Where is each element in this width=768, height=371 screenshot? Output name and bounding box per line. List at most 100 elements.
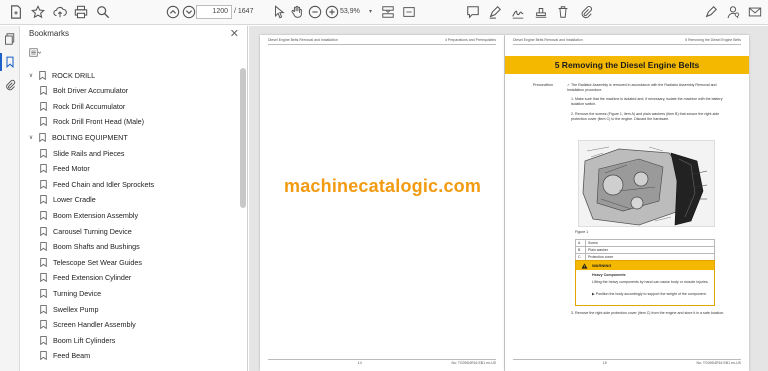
comment-icon[interactable] — [465, 4, 481, 20]
bookmark-label: Swellex Pump — [53, 304, 99, 314]
sign-icon[interactable] — [510, 4, 526, 20]
warning-triangle-icon — [581, 262, 588, 269]
bookmark-label: ROCK DRILL — [52, 70, 96, 80]
bookmark-icon — [40, 226, 47, 236]
warning-box: WARNING Heavy Components Lifting the hea… — [575, 260, 715, 306]
zoom-select[interactable]: 53,9% ▾ — [336, 5, 372, 19]
bookmark-group[interactable]: ∨ ROCK DRILL — [27, 68, 95, 82]
legend-value: Plain washer — [585, 246, 715, 254]
bookmark-label: Turning Device — [53, 288, 102, 298]
step-3: 3. Remove the right-side protection cove… — [571, 311, 725, 315]
bookmark-item[interactable]: Boom Extension Assembly — [40, 208, 138, 222]
scrollbar-thumb[interactable] — [240, 68, 246, 208]
warning-instruction: ▶ Position the body accordingly to suppo… — [592, 292, 707, 296]
bookmark-label: Slide Rails and Pieces — [53, 148, 125, 158]
bookmark-icon — [40, 164, 47, 174]
bookmark-options-button[interactable] — [29, 46, 47, 58]
bookmark-label: Lower Cradle — [53, 195, 96, 205]
bookmark-label: Feed Motor — [53, 164, 90, 174]
page-footer: 15 No: TG09D4R16 EB1 en-US — [513, 359, 741, 365]
bookmark-label: Carousel Turning Device — [53, 226, 132, 236]
page-number-input[interactable]: 1200 — [196, 5, 232, 19]
bookmark-label: Rock Drill Accumulator — [53, 101, 126, 111]
page-thumbnails-icon[interactable] — [3, 32, 17, 46]
page-total-label: / 1647 — [234, 8, 254, 15]
chevron-down-icon[interactable]: ∨ — [27, 134, 35, 141]
attachments-icon[interactable] — [3, 78, 17, 92]
search-icon[interactable] — [95, 4, 111, 20]
bookmark-item[interactable]: Boom Lift Cylinders — [40, 333, 115, 347]
bookmark-icon — [40, 148, 47, 158]
hand-tool-icon[interactable] — [289, 4, 305, 20]
legend-key: A — [575, 239, 586, 247]
watermark-text: machinecatalogic.com — [284, 176, 482, 196]
bookmark-item[interactable]: Swellex Pump — [40, 302, 99, 316]
bookmark-item[interactable]: Carousel Turning Device — [40, 224, 132, 238]
bookmark-icon — [40, 320, 47, 330]
bookmarks-panel-icon[interactable] — [0, 53, 17, 71]
bookmark-item[interactable]: Rock Drill Front Head (Male) — [40, 115, 144, 129]
page-footer: 14 No: TG09D4R16 EB1 en-US — [268, 359, 496, 365]
bookmark-group[interactable]: ∨ BOLTING EQUIPMENT — [27, 130, 128, 144]
header-right-text: 4 Preparations and Prerequisites — [445, 38, 496, 42]
page-layout-icon[interactable] — [380, 4, 396, 20]
bookmark-star-icon[interactable] — [30, 4, 46, 20]
attach-icon[interactable] — [578, 4, 594, 20]
page-header: Diesel Engine Belts Removal and Installa… — [268, 38, 496, 45]
highlight-pen-icon[interactable] — [487, 4, 503, 20]
page-number: 15 — [602, 361, 607, 365]
bookmark-scrollbar[interactable] — [239, 66, 247, 366]
bookmark-item[interactable]: Slide Rails and Pieces — [40, 146, 125, 160]
bookmark-item[interactable]: Rock Drill Accumulator — [40, 99, 125, 113]
bookmark-label: Screen Handler Assembly — [53, 320, 136, 330]
header-left-text: Diesel Engine Belts Removal and Installa… — [268, 38, 338, 42]
bookmark-label: BOLTING EQUIPMENT — [52, 132, 128, 142]
bookmark-icon — [40, 351, 47, 361]
precondition-label: Precondition — [533, 83, 553, 87]
bookmark-item[interactable]: Boom Shafts and Bushings — [40, 240, 140, 254]
document-number: No: TG09D4R16 EB1 en-US — [451, 361, 497, 365]
page-number: 14 — [357, 361, 362, 365]
upload-cloud-icon[interactable] — [52, 4, 68, 20]
bookmark-item[interactable]: Lower Cradle — [40, 193, 96, 207]
bookmark-icon — [40, 179, 47, 189]
fit-page-icon[interactable] — [401, 4, 417, 20]
list-options-icon — [29, 47, 41, 57]
table-row: B Plain washer — [575, 246, 715, 254]
user-profile-icon[interactable] — [725, 4, 741, 20]
print-icon[interactable] — [73, 4, 89, 20]
bookmark-icon — [40, 117, 47, 127]
engine-figure-image — [578, 140, 715, 227]
bookmark-item[interactable]: Feed Motor — [40, 162, 90, 176]
bookmarks-panel-title: Bookmarks — [29, 29, 70, 38]
main-toolbar: 1200 / 1647 53,9% ▾ — [0, 0, 768, 25]
document-page-left: Diesel Engine Belts Removal and Installa… — [260, 35, 504, 371]
bookmark-item[interactable]: Feed Extension Cylinder — [40, 271, 131, 285]
stamp-icon[interactable] — [533, 4, 549, 20]
bookmark-item[interactable]: Screen Handler Assembly — [40, 318, 136, 332]
zoom-out-icon[interactable] — [307, 4, 323, 20]
bookmark-label: Boom Lift Cylinders — [53, 335, 116, 345]
section-title: 5 Removing the Diesel Engine Belts — [505, 56, 749, 74]
bookmark-icon — [40, 304, 47, 314]
page-down-icon[interactable] — [181, 4, 197, 20]
bookmark-item[interactable]: Turning Device — [40, 286, 101, 300]
close-icon[interactable]: ✕ — [230, 27, 239, 40]
bookmarks-panel: Bookmarks ✕ ∨ ROCK DRILL Bolt Driver Accum… — [21, 26, 248, 371]
bookmark-item[interactable]: Feed Beam — [40, 349, 90, 363]
bookmark-item[interactable]: Bolt Driver Accumulator — [40, 84, 128, 98]
chevron-down-icon: ▾ — [368, 9, 372, 15]
fill-sign-icon[interactable] — [703, 4, 719, 20]
mail-icon[interactable] — [747, 4, 763, 20]
bookmark-item[interactable]: Feed Chain and Idler Sprockets — [40, 177, 154, 191]
bookmark-label: Bolt Driver Accumulator — [53, 86, 129, 96]
select-pointer-icon[interactable] — [271, 4, 287, 20]
chevron-down-icon[interactable]: ∨ — [27, 72, 35, 79]
bookmark-icon — [40, 289, 47, 298]
trash-icon[interactable] — [555, 4, 571, 20]
bookmark-item[interactable]: Telescope Set Wear Guides — [40, 255, 142, 269]
parts-legend-table: A Screw B Plain washer C Protection cove… — [575, 239, 715, 261]
create-pdf-icon[interactable] — [8, 4, 24, 20]
document-viewport[interactable]: Diesel Engine Belts Removal and Installa… — [249, 26, 768, 371]
page-up-icon[interactable] — [165, 4, 181, 20]
